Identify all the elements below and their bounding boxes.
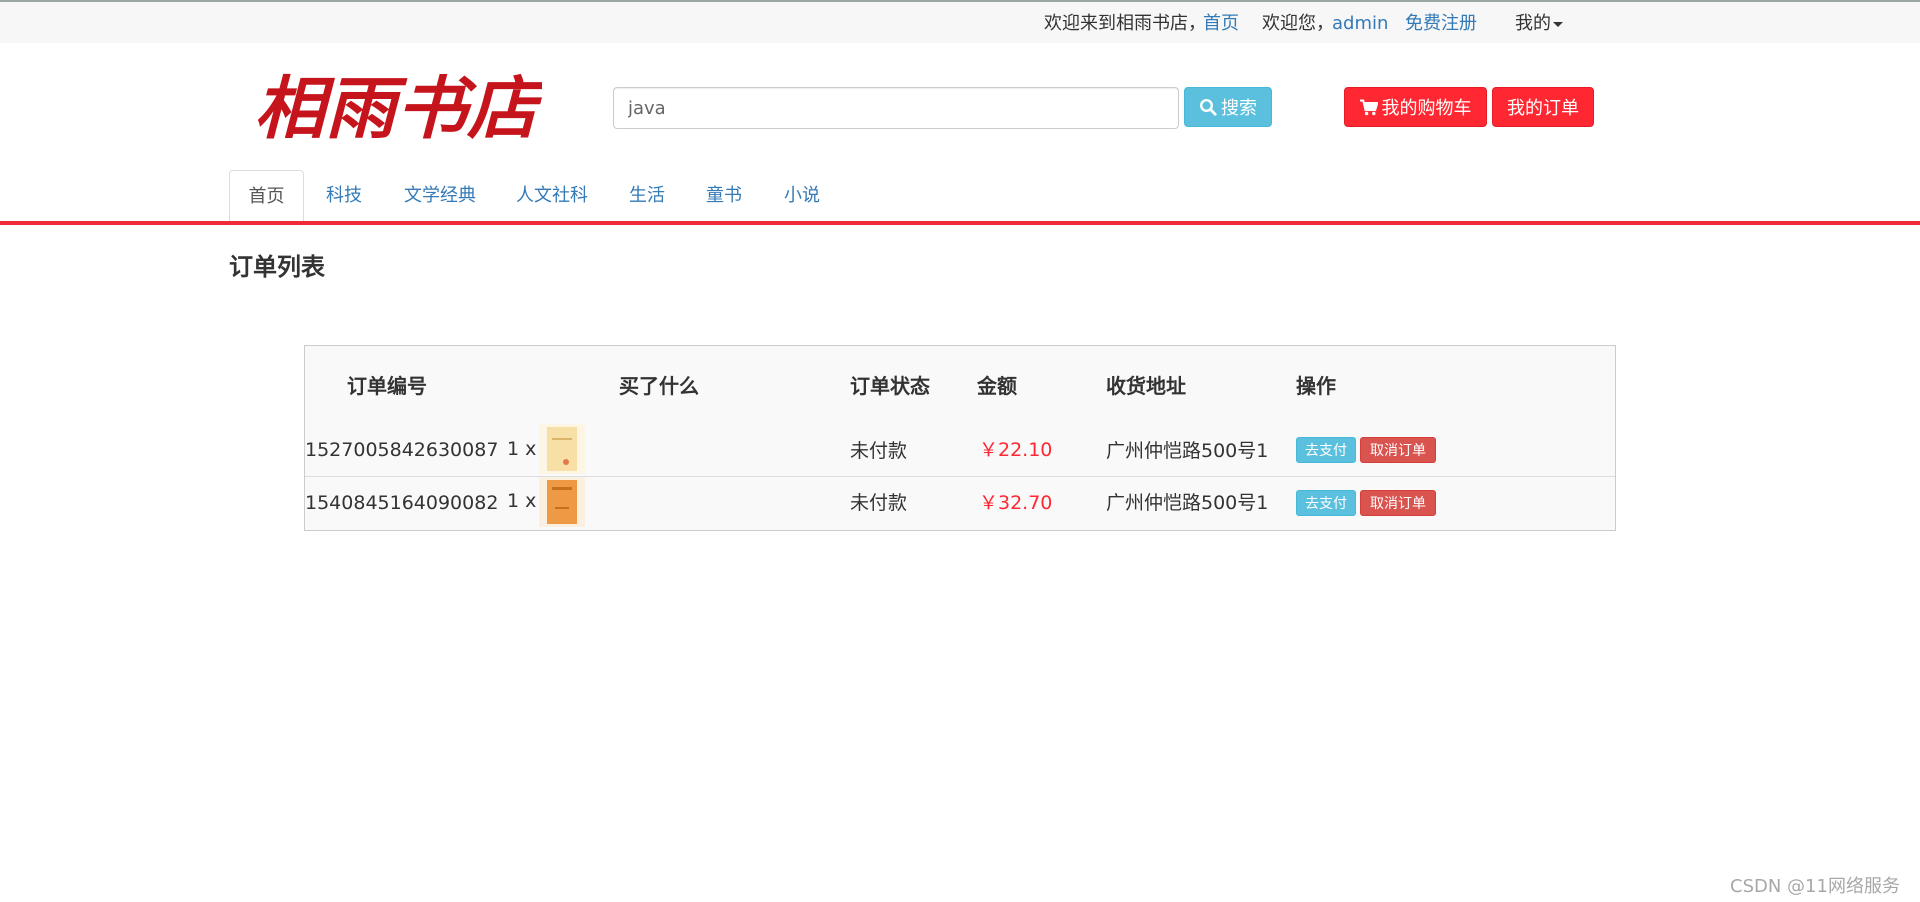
- order-amount: ￥32.70: [979, 492, 1053, 514]
- cancel-order-button[interactable]: 取消订单: [1360, 437, 1436, 463]
- my-menu-label: 我的: [1515, 13, 1551, 34]
- watermark-text: CSDN @11网络服务: [1730, 876, 1900, 897]
- my-orders-button-label: 我的订单: [1507, 98, 1579, 119]
- nav-tab-literature[interactable]: 文学经典: [404, 170, 476, 222]
- cart-button-label: 我的购物车: [1381, 98, 1472, 119]
- order-status: 未付款: [850, 492, 908, 514]
- nav-tab-fiction[interactable]: 小说: [784, 170, 820, 222]
- logo-text: 相雨书店: [254, 69, 542, 148]
- book-cover-thumbnail[interactable]: [539, 424, 585, 474]
- book-cover: [547, 427, 577, 471]
- my-menu-dropdown[interactable]: 我的: [1515, 13, 1563, 35]
- column-header-address: 收货地址: [1106, 374, 1186, 398]
- nav-divider: [0, 221, 1920, 225]
- welcome-text: 欢迎来到相雨书店，: [1044, 13, 1206, 34]
- order-number: 1540845164090082: [305, 492, 499, 514]
- item-quantity: 1 x: [507, 490, 537, 512]
- cancel-order-button[interactable]: 取消订单: [1360, 490, 1436, 516]
- page-title: 订单列表: [229, 253, 325, 281]
- column-header-amount: 金额: [977, 374, 1017, 398]
- shopping-cart-icon: [1359, 99, 1378, 115]
- column-header-order-no: 订单编号: [347, 374, 427, 398]
- column-header-items: 买了什么: [619, 374, 699, 398]
- shipping-address: 广州仲恺路500号1: [1106, 492, 1269, 514]
- shipping-address: 广州仲恺路500号1: [1106, 440, 1269, 462]
- pay-button[interactable]: 去支付: [1296, 490, 1356, 516]
- greeting-text: 欢迎您，: [1262, 13, 1334, 34]
- my-orders-button[interactable]: 我的订单: [1492, 87, 1594, 127]
- pay-button[interactable]: 去支付: [1296, 437, 1356, 463]
- order-status: 未付款: [850, 440, 908, 462]
- nav-tab-home[interactable]: 首页: [229, 170, 304, 223]
- chevron-down-icon: [1553, 21, 1563, 27]
- search-input[interactable]: [613, 87, 1179, 129]
- order-number: 1527005842630087: [305, 439, 499, 461]
- nav-tab-humanities[interactable]: 人文社科: [516, 170, 588, 222]
- book-cover: [547, 480, 577, 524]
- register-link[interactable]: 免费注册: [1405, 13, 1477, 35]
- search-icon: [1199, 98, 1217, 116]
- search-button[interactable]: 搜索: [1184, 87, 1272, 127]
- book-cover-thumbnail[interactable]: [539, 477, 585, 527]
- nav-tab-children[interactable]: 童书: [706, 170, 742, 222]
- top-bar: 欢迎来到相雨书店， 首页 欢迎您， admin 免费注册 我的: [0, 0, 1920, 43]
- search-button-label: 搜索: [1221, 98, 1257, 119]
- top-home-link[interactable]: 首页: [1203, 13, 1239, 35]
- column-header-status: 订单状态: [850, 374, 930, 398]
- item-quantity: 1 x: [507, 438, 537, 460]
- store-logo[interactable]: 相雨书店: [252, 66, 542, 148]
- nav-tab-life[interactable]: 生活: [629, 170, 665, 222]
- username-link[interactable]: admin: [1332, 13, 1388, 35]
- nav-tab-technology[interactable]: 科技: [326, 170, 362, 222]
- cart-button[interactable]: 我的购物车: [1344, 87, 1487, 127]
- order-amount: ￥22.10: [979, 439, 1053, 461]
- column-header-actions: 操作: [1296, 374, 1336, 398]
- row-divider: [305, 476, 1615, 477]
